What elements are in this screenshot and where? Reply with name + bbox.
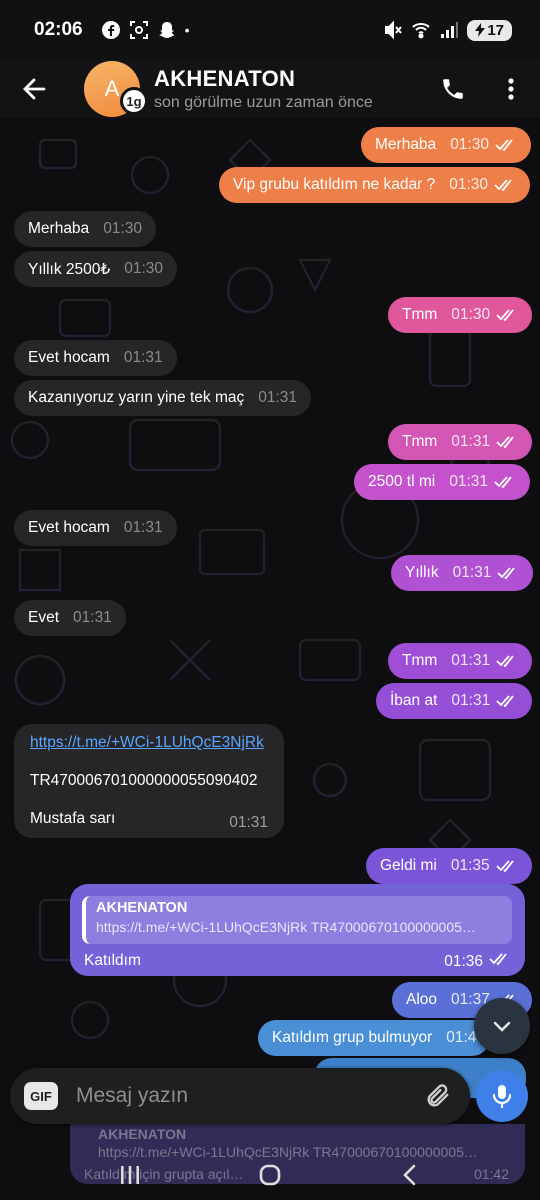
recents-icon (121, 1166, 139, 1184)
reply-message[interactable]: AKHENATON https://t.me/+WCi-1LUhQcE3NjRk… (70, 884, 525, 976)
read-ticks-icon (496, 308, 518, 322)
message-bubble[interactable]: Evet hocam 01:31 (14, 340, 177, 376)
message-bubble[interactable]: 2500 tl mi 01:31 (354, 464, 530, 500)
signal-icon (439, 20, 459, 40)
recent-apps-button[interactable] (100, 1155, 160, 1195)
home-icon (259, 1164, 281, 1186)
group-link[interactable]: https://t.me/+WCi-1LUhQcE3NjRk (30, 734, 264, 752)
message-input[interactable] (76, 1084, 420, 1108)
avatar[interactable]: A 1g (84, 61, 148, 117)
read-ticks-icon (494, 475, 516, 489)
message-time: 01:36 (444, 952, 483, 970)
microphone-icon (492, 1085, 512, 1109)
message-bubble[interactable]: Geldi mi 01:35 (366, 848, 532, 884)
message-bubble[interactable]: Vip grubu katıldım ne kadar ? 01:30 (219, 167, 530, 203)
chat-header: A 1g AKHENATON son görülme uzun zaman ön… (0, 60, 540, 118)
status-more-dot: • (184, 22, 190, 38)
message-bubble[interactable]: Yıllık 01:31 (391, 555, 534, 591)
quoted-sender: AKHENATON (96, 900, 188, 916)
read-ticks-icon (496, 654, 518, 668)
message-bubble[interactable]: Tmm 01:30 (388, 297, 533, 333)
wifi-icon (411, 20, 431, 40)
avatar-badge: 1g (120, 87, 148, 115)
chevron-down-icon (493, 1021, 511, 1032)
charging-icon (475, 23, 486, 37)
message-time: 01:31 (229, 814, 268, 831)
call-button[interactable] (424, 60, 482, 118)
account-holder-name: Mustafa sarı (30, 810, 116, 827)
message-bubble[interactable]: Evet 01:31 (14, 600, 126, 636)
avatar-letter: A (104, 76, 120, 101)
quoted-message[interactable]: AKHENATON https://t.me/+WCi-1LUhQcE3NjRk… (82, 896, 512, 944)
reply-text: Katıldım (84, 952, 141, 969)
arrow-left-icon (23, 78, 46, 100)
contact-name: AKHENATON (154, 66, 296, 91)
read-ticks-icon (496, 694, 518, 708)
phone-icon (443, 79, 463, 99)
read-ticks-icon (496, 859, 518, 873)
home-button[interactable] (240, 1155, 300, 1195)
contact-last-seen: son görülme uzun zaman önce (154, 94, 373, 111)
read-ticks-icon (496, 435, 518, 449)
screenshot-icon (129, 20, 149, 40)
attach-button[interactable] (420, 1078, 456, 1114)
more-options-button[interactable] (482, 60, 540, 118)
message-bubble[interactable]: Merhaba 01:30 (14, 211, 156, 247)
message-bubble[interactable]: Tmm 01:31 (388, 424, 533, 460)
message-bubble[interactable]: Yıllık 2500₺ 01:30 (14, 251, 178, 287)
facebook-icon (101, 20, 121, 40)
message-bubble[interactable]: Tmm 01:31 (388, 643, 533, 679)
status-bar: 02:06 • 17 (0, 0, 540, 60)
battery-level: 17 (487, 21, 504, 39)
chevron-left-icon (403, 1164, 416, 1186)
snapchat-icon (157, 20, 177, 40)
paperclip-icon (427, 1084, 449, 1107)
more-vertical-icon (508, 78, 514, 100)
quoted-text: https://t.me/+WCi-1LUhQcE3NjRk TR4700067… (96, 919, 476, 935)
payment-info-message[interactable]: https://t.me/+WCi-1LUhQcE3NjRk TR4700067… (14, 724, 284, 838)
message-bubble[interactable]: İban at 01:31 (376, 683, 533, 719)
system-nav-bar (0, 1150, 540, 1200)
system-back-button[interactable] (380, 1155, 440, 1195)
battery-indicator: 17 (467, 19, 512, 41)
mute-icon (383, 20, 403, 40)
iban-text: TR470006701000000055090402 (30, 772, 258, 789)
status-time: 02:06 (34, 19, 83, 40)
message-bubble[interactable]: Merhaba 01:30 (361, 127, 531, 163)
voice-message-button[interactable] (476, 1070, 528, 1122)
message-bubble[interactable]: Kazanıyoruz yarın yine tek maç 01:31 (14, 380, 312, 416)
gif-button[interactable]: GIF (24, 1082, 58, 1110)
read-ticks-icon (497, 566, 519, 580)
read-ticks-icon (494, 178, 516, 192)
scroll-to-bottom-button[interactable] (474, 998, 530, 1054)
read-ticks-icon (495, 138, 517, 152)
message-composer: GIF (10, 1068, 470, 1124)
message-bubble[interactable]: Katıldım grup bulmuyor 01:4 (258, 1020, 491, 1056)
contact-info[interactable]: AKHENATON son görülme uzun zaman önce (154, 66, 373, 112)
message-bubble[interactable]: Evet hocam 01:31 (14, 510, 177, 546)
read-ticks-icon (489, 952, 511, 971)
back-button[interactable] (0, 60, 70, 118)
